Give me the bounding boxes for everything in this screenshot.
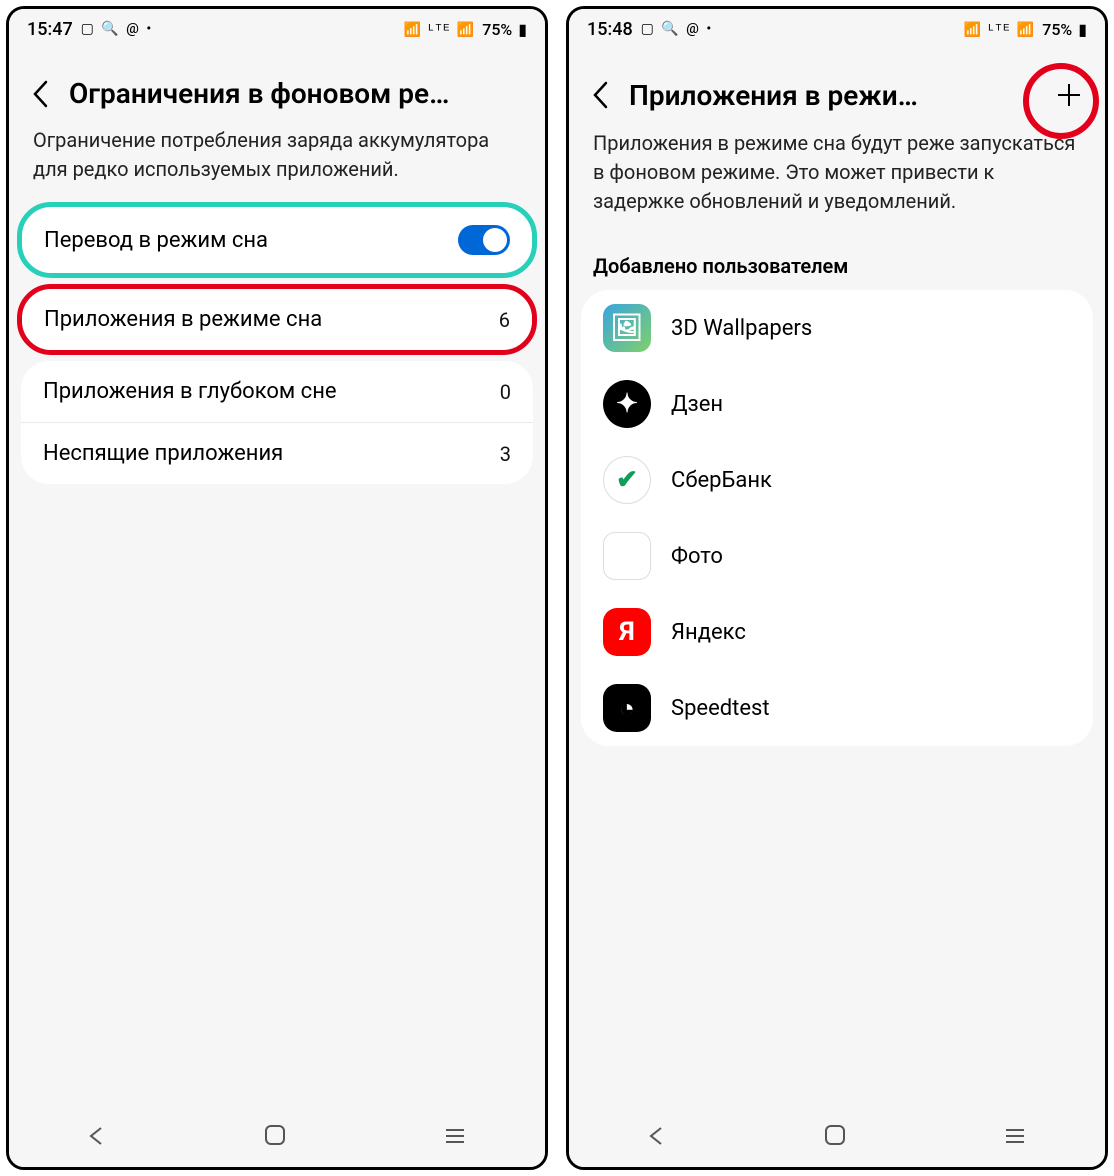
yandex-icon: Я	[603, 608, 651, 656]
page-title: Приложения в режи…	[629, 79, 1037, 112]
row-value: 6	[499, 308, 510, 332]
nav-recents[interactable]	[1003, 1124, 1027, 1152]
app-name: 3D Wallpapers	[671, 316, 812, 341]
status-bar: 15:48 ▢ 🔍 @ • 📶 ᴸᵀᴱ 📶 75% ▮	[569, 9, 1105, 49]
toggle-switch[interactable]	[458, 225, 510, 255]
titlebar: Ограничения в фоновом ре…	[9, 49, 545, 120]
app-name: СберБанк	[671, 468, 772, 493]
row-label: Перевод в режим сна	[44, 228, 458, 253]
back-button[interactable]	[27, 80, 55, 108]
dzen-icon: ✦	[603, 380, 651, 428]
content: Приложения в режиме сна будут реже запус…	[569, 123, 1105, 1167]
phone-right: 15:48 ▢ 🔍 @ • 📶 ᴸᵀᴱ 📶 75% ▮ Приложения в…	[566, 6, 1108, 1170]
nav-home[interactable]	[263, 1123, 287, 1153]
highlight-red: Приложения в режиме сна 6	[17, 284, 537, 355]
page-description: Приложения в режиме сна будут реже запус…	[569, 123, 1105, 234]
row-sleeping-apps[interactable]: Приложения в режиме сна 6	[22, 289, 532, 350]
highlight-circle-red	[1023, 63, 1099, 139]
status-time: 15:48	[587, 19, 633, 40]
app-row[interactable]: ✦ Дзен	[581, 366, 1093, 442]
row-sleep-toggle[interactable]: Перевод в режим сна	[22, 207, 532, 273]
row-never-sleep[interactable]: Неспящие приложения 3	[21, 423, 533, 484]
row-label: Приложения в глубоком сне	[43, 379, 500, 404]
highlight-teal: Перевод в режим сна	[17, 202, 537, 278]
app-row[interactable]: ✔ СберБанк	[581, 442, 1093, 518]
nav-home[interactable]	[823, 1123, 847, 1153]
nav-back[interactable]	[647, 1124, 667, 1152]
photo-icon: ✿	[603, 532, 651, 580]
row-deep-sleep[interactable]: Приложения в глубоком сне 0	[21, 361, 533, 423]
row-value: 0	[500, 380, 511, 404]
wallpapers-icon: 🖼	[603, 304, 651, 352]
status-battery: 75%	[1042, 20, 1072, 39]
content: Ограничение потребления заряда аккумулят…	[9, 120, 545, 1167]
app-row[interactable]: 🖼 3D Wallpapers	[581, 290, 1093, 366]
nav-recents[interactable]	[443, 1124, 467, 1152]
settings-card: Приложения в глубоком сне 0 Неспящие при…	[21, 361, 533, 484]
row-label: Неспящие приложения	[43, 441, 500, 466]
app-list-card: 🖼 3D Wallpapers ✦ Дзен ✔ СберБанк ✿ Фото Я Яндекс…	[581, 290, 1093, 746]
titlebar: Приложения в режи…	[569, 49, 1105, 123]
battery-icon: ▮	[1078, 20, 1087, 39]
status-icons-right: 📶 ᴸᵀᴱ 📶	[404, 21, 477, 38]
app-row[interactable]: ✿ Фото	[581, 518, 1093, 594]
app-row[interactable]: Я Яндекс	[581, 594, 1093, 670]
status-bar: 15:47 ▢ 🔍 @ • 📶 ᴸᵀᴱ 📶 75% ▮	[9, 9, 545, 49]
row-label: Приложения в режиме сна	[44, 307, 499, 332]
sber-icon: ✔	[603, 456, 651, 504]
app-name: Фото	[671, 544, 723, 569]
nav-back[interactable]	[87, 1124, 107, 1152]
status-icons-left: ▢ 🔍 @ •	[81, 21, 154, 37]
page-description: Ограничение потребления заряда аккумулят…	[9, 120, 545, 202]
status-battery: 75%	[482, 20, 512, 39]
back-button[interactable]	[587, 81, 615, 109]
speedtest-icon: ◔	[603, 684, 651, 732]
app-row[interactable]: ◔ Speedtest	[581, 670, 1093, 746]
app-name: Яндекс	[671, 620, 746, 645]
app-name: Дзен	[671, 392, 723, 417]
row-value: 3	[500, 442, 511, 466]
battery-icon: ▮	[518, 20, 527, 39]
nav-bar	[9, 1109, 545, 1167]
app-name: Speedtest	[671, 696, 770, 721]
status-time: 15:47	[27, 19, 73, 40]
status-icons-left: ▢ 🔍 @ •	[641, 21, 714, 37]
phone-left: 15:47 ▢ 🔍 @ • 📶 ᴸᵀᴱ 📶 75% ▮ Ограничения …	[6, 6, 548, 1170]
section-header: Добавлено пользователем	[569, 234, 1105, 290]
status-icons-right: 📶 ᴸᵀᴱ 📶	[964, 21, 1037, 38]
page-title: Ограничения в фоновом ре…	[69, 77, 527, 110]
nav-bar	[569, 1109, 1105, 1167]
